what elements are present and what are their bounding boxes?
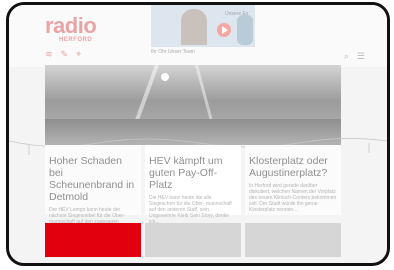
site-header: radio HERFORD ≋ ✎ ⌖ Unsere Ex Ihr Ohr Un… — [9, 5, 387, 67]
device-frame: radio HERFORD ≋ ✎ ⌖ Unsere Ex Ihr Ohr Un… — [6, 2, 390, 266]
news-icon[interactable]: ✎ — [61, 49, 69, 60]
web-page: radio HERFORD ≋ ✎ ⌖ Unsere Ex Ihr Ohr Un… — [9, 5, 387, 263]
site-logo[interactable]: radio HERFORD — [45, 13, 97, 44]
promo-top-text: Unsere Ex — [225, 11, 249, 17]
promo-caption: Ihr Ohr Unser Team — [151, 49, 195, 55]
mascot-image — [237, 15, 253, 45]
presenter-image — [181, 9, 207, 45]
hero-spotlight — [161, 73, 169, 81]
article-card[interactable]: HEV kämpft um guten Pay-Off-Platz Die HE… — [145, 145, 241, 225]
teaser-tile-red[interactable] — [45, 223, 141, 257]
play-icon[interactable] — [217, 23, 231, 37]
header-icons: ≋ ✎ ⌖ — [45, 49, 81, 60]
article-list: Hoher Schaden bei Scheunenbrand in Detmo… — [45, 145, 341, 231]
logo-subtitle: HERFORD — [59, 37, 93, 43]
search-icon[interactable]: ⌕ — [344, 51, 349, 62]
hero-image[interactable] — [45, 65, 341, 145]
teaser-tiles — [45, 223, 341, 257]
logo-word: radio — [45, 13, 97, 38]
teaser-tile[interactable] — [245, 223, 341, 257]
article-teaser: Die HEV kann heute die alle Siegeschen f… — [149, 195, 232, 225]
menu-icon[interactable]: ☰ — [357, 51, 365, 62]
teaser-tile[interactable] — [145, 223, 241, 257]
article-title[interactable]: HEV kämpft um guten Pay-Off-Platz — [149, 155, 237, 191]
article-teaser: In Herford wird gerade darüber diskutier… — [249, 183, 337, 213]
article-title[interactable]: Hoher Schaden bei Scheunenbrand in Detmo… — [49, 155, 137, 203]
article-card[interactable]: Hoher Schaden bei Scheunenbrand in Detmo… — [45, 145, 141, 231]
article-card[interactable]: Klosterplatz oder Augustinerplatz? In He… — [245, 145, 341, 215]
article-title[interactable]: Klosterplatz oder Augustinerplatz? — [249, 155, 337, 179]
location-icon[interactable]: ⌖ — [76, 49, 81, 60]
radio-wave-icon[interactable]: ≋ — [45, 49, 53, 60]
header-actions: ⌕ ☰ — [344, 51, 365, 62]
